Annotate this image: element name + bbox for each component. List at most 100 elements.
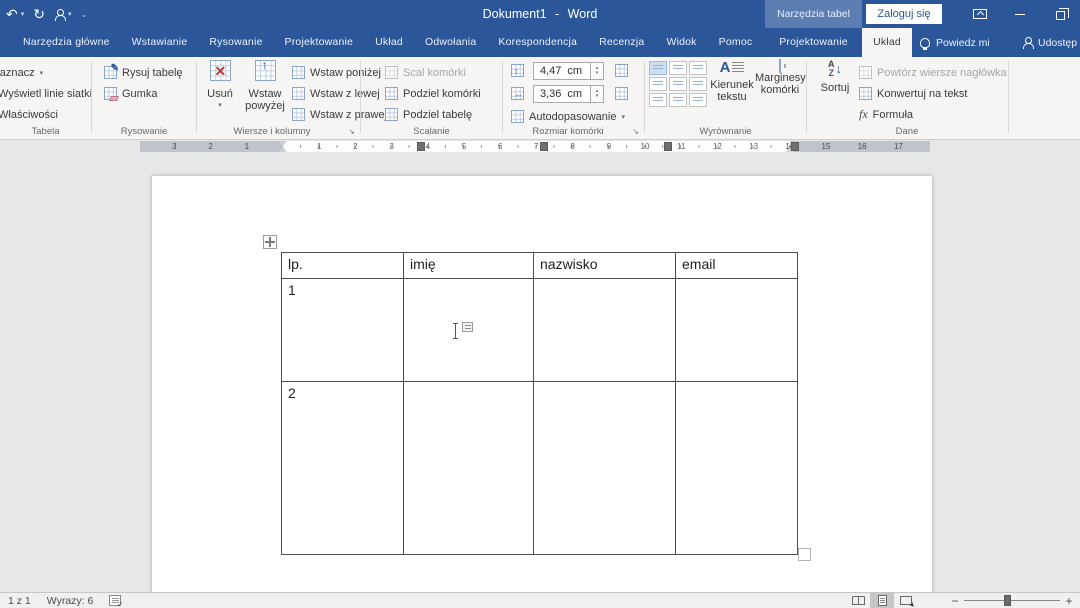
title-bar: ↶▾ ↻ ▾ ⌄ Dokument1 - Word Narzędzia tabe… xyxy=(0,0,1080,28)
row-number-cell[interactable]: 1 xyxy=(282,279,404,382)
zoom-out-button[interactable]: − xyxy=(948,594,962,608)
spinner-arrows[interactable]: ▴ ▾ xyxy=(591,62,604,80)
restore-icon xyxy=(1056,11,1065,20)
table-move-handle-icon[interactable] xyxy=(263,235,277,249)
tab-table-projektowanie[interactable]: Projektowanie xyxy=(765,28,862,57)
empty-cell[interactable] xyxy=(534,279,676,382)
align-top-right-button[interactable] xyxy=(689,61,707,75)
ruler-column-marker[interactable] xyxy=(664,142,672,151)
page[interactable]: lp. imię nazwisko email 1 2 xyxy=(152,176,932,592)
tab-narzedzia-glowne[interactable]: Narzędzia główne xyxy=(12,28,121,57)
zoom-in-button[interactable]: + xyxy=(1062,594,1076,608)
ribbon-tabs: Narzędzia główne Wstawianie Rysowanie Pr… xyxy=(12,28,763,57)
empty-cell[interactable] xyxy=(404,382,534,555)
split-table-item[interactable]: Podziel tabelę xyxy=(385,104,502,125)
restore-button[interactable] xyxy=(1040,0,1080,28)
tab-table-uklad-active[interactable]: Układ xyxy=(862,28,912,57)
sort-button[interactable]: AZ ↓ Sortuj xyxy=(816,60,854,94)
row-number-cell[interactable]: 2 xyxy=(282,382,404,555)
header-cell-nazwisko[interactable]: nazwisko xyxy=(534,253,676,279)
spin-down-icon[interactable]: ▾ xyxy=(596,71,599,76)
zoom-slider[interactable] xyxy=(964,593,1060,608)
row-height-field[interactable]: 4,47cm xyxy=(533,62,591,80)
ruler-column-marker[interactable] xyxy=(540,142,548,151)
align-center-button[interactable] xyxy=(669,77,687,91)
ruler-column-marker[interactable] xyxy=(417,142,425,151)
formula-item[interactable]: fx Formuła xyxy=(859,104,1007,125)
eraser-item[interactable]: Gumka xyxy=(104,83,196,104)
empty-cell[interactable] xyxy=(676,279,798,382)
print-layout-button[interactable] xyxy=(870,593,894,608)
status-bar: 1 z 1 Wyrazy: 6 − + xyxy=(0,592,1080,608)
group-scalanie: Scal komórki Podziel komórki Podziel tab… xyxy=(361,57,502,140)
header-cell-imie[interactable]: imię xyxy=(404,253,534,279)
table-properties-item[interactable]: Właściwości xyxy=(0,104,91,125)
left-indent-marker[interactable] xyxy=(279,147,287,152)
share-label: Udostęp xyxy=(1038,37,1077,49)
group-tabela: Zaznacz▾ Wyświetl linie siatki Właściwoś… xyxy=(0,57,91,140)
zoom-slider-thumb[interactable] xyxy=(1004,595,1011,606)
tab-projektowanie[interactable]: Projektowanie xyxy=(274,28,365,57)
spin-down-icon[interactable]: ▾ xyxy=(596,94,599,99)
align-bottom-right-button[interactable] xyxy=(689,93,707,107)
minimize-button[interactable] xyxy=(1000,0,1040,28)
empty-cell[interactable] xyxy=(676,382,798,555)
tab-recenzja[interactable]: Recenzja xyxy=(588,28,655,57)
header-cell-email[interactable]: email xyxy=(676,253,798,279)
ruler-number: 7 xyxy=(534,142,538,151)
autofit-item[interactable]: Autodopasowanie ▾ xyxy=(511,106,625,127)
select-menu-item[interactable]: Zaznacz▾ xyxy=(0,62,91,83)
align-top-left-button[interactable] xyxy=(649,61,667,75)
distribute-columns-icon[interactable] xyxy=(615,87,628,100)
word-count[interactable]: Wyrazy: 6 xyxy=(47,595,94,607)
convert-to-text-item[interactable]: Konwertuj na tekst xyxy=(859,83,1007,104)
align-bottom-center-button[interactable] xyxy=(669,93,687,107)
tab-pomoc[interactable]: Pomoc xyxy=(708,28,764,57)
tab-rysowanie[interactable]: Rysowanie xyxy=(198,28,273,57)
cursor-hint-icon xyxy=(462,322,473,332)
page-indicator[interactable]: 1 z 1 xyxy=(8,595,31,607)
share-person-icon xyxy=(1022,37,1033,48)
spinner-arrows[interactable]: ▴ ▾ xyxy=(591,85,604,103)
sign-in-button[interactable]: Zaloguj się xyxy=(866,4,942,24)
column-width-field[interactable]: 3,36cm xyxy=(533,85,591,103)
proofing-status-icon[interactable] xyxy=(109,595,121,606)
tell-me-control[interactable]: Powiedz mi xyxy=(920,28,990,57)
table-resize-handle[interactable] xyxy=(798,548,811,561)
ruler-number: 4 xyxy=(426,142,430,151)
tab-wstawianie[interactable]: Wstawianie xyxy=(121,28,199,57)
read-mode-button[interactable] xyxy=(846,593,870,608)
ruler-column-marker[interactable] xyxy=(791,142,799,151)
align-center-right-button[interactable] xyxy=(689,77,707,91)
view-gridlines-item[interactable]: Wyświetl linie siatki xyxy=(0,83,91,104)
horizontal-ruler[interactable]: 3211234567891011121314151617 xyxy=(140,141,930,152)
align-top-center-button[interactable] xyxy=(669,61,687,75)
insert-above-button[interactable]: ↑ Wstaw powyżej xyxy=(241,60,289,112)
web-layout-button[interactable] xyxy=(894,593,918,608)
tab-uklad[interactable]: Układ xyxy=(364,28,414,57)
delete-button[interactable]: ✕ Usuń ▾ xyxy=(202,60,238,112)
dialog-launcher-icon[interactable]: ↘ xyxy=(632,128,639,136)
align-bottom-left-button[interactable] xyxy=(649,93,667,107)
ruler-number: 15 xyxy=(822,142,831,151)
group-label-scalanie: Scalanie xyxy=(361,126,502,137)
draw-table-item[interactable]: ✎ Rysuj tabelę xyxy=(104,62,196,83)
dialog-launcher-icon[interactable]: ↘ xyxy=(348,128,355,136)
tab-korespondencja[interactable]: Korespondencja xyxy=(487,28,588,57)
column-width-spinner[interactable]: 3,36cm ▴ ▾ xyxy=(533,85,604,103)
split-cells-item[interactable]: Podziel komórki xyxy=(385,83,502,104)
align-center-left-button[interactable] xyxy=(649,77,667,91)
empty-cell[interactable] xyxy=(534,382,676,555)
cell-margins-button[interactable]: Marginesy komórki xyxy=(755,60,805,96)
distribute-rows-icon[interactable] xyxy=(615,64,628,77)
ribbon-display-options-button[interactable] xyxy=(960,0,1000,28)
first-line-indent-marker[interactable] xyxy=(279,141,287,146)
ibeam-cursor-icon xyxy=(455,324,456,338)
share-control[interactable]: Udostęp xyxy=(1022,28,1077,57)
tab-odwolania[interactable]: Odwołania xyxy=(414,28,487,57)
header-cell-lp[interactable]: lp. xyxy=(282,253,404,279)
row-height-spinner[interactable]: 4,47cm ▴ ▾ xyxy=(533,62,604,80)
tab-widok[interactable]: Widok xyxy=(655,28,707,57)
document-table[interactable]: lp. imię nazwisko email 1 2 xyxy=(281,252,798,555)
text-direction-button[interactable]: A Kierunek tekstu xyxy=(709,60,755,103)
